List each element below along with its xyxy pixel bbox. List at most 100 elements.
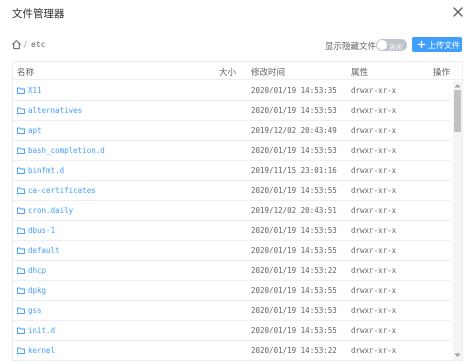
file-attributes: drwxr-xr-x [351,326,397,335]
scrollbar-thumb[interactable] [454,90,461,132]
file-name-link[interactable]: binfmt.d [17,166,64,175]
file-name-link[interactable]: apt [17,126,42,135]
file-name-link[interactable]: dpkg [17,286,46,295]
modified-time: 2020/01/19 14:53:35 [251,86,337,95]
vertical-scrollbar[interactable] [453,81,462,360]
file-name-link[interactable]: bash_completion.d [17,146,105,155]
toggle-knob [377,40,387,50]
breadcrumb-current[interactable]: etc [31,40,45,49]
file-name-link[interactable]: kernel [17,346,55,355]
file-attributes: drwxr-xr-x [351,346,397,355]
scroll-up-arrow-icon[interactable] [454,83,461,88]
folder-icon [17,227,25,234]
file-attributes: drwxr-xr-x [351,226,397,235]
modified-time: 2020/01/19 14:53:55 [251,186,337,195]
file-name-text: dbus-1 [28,226,56,235]
file-name-text: bash_completion.d [28,146,105,155]
modified-time: 2020/01/19 14:53:53 [251,106,337,115]
file-name-link[interactable]: cron.daily [17,206,73,215]
modified-time: 2020/01/19 14:53:55 [251,246,337,255]
column-header-size[interactable]: 大小 [219,66,236,78]
table-row[interactable]: dhcp 2020/01/19 14:53:22 drwxr-xr-x [13,261,451,281]
file-name-text: default [28,246,60,255]
file-attributes: drwxr-xr-x [351,266,397,275]
folder-icon [17,167,25,174]
column-header-modified[interactable]: 修改时间 [251,66,285,78]
modified-time: 2020/01/19 14:53:55 [251,326,337,335]
modified-time: 2020/01/19 14:53:22 [251,346,337,355]
folder-icon [17,267,25,274]
folder-icon [17,87,25,94]
table-row[interactable]: bash_completion.d 2020/01/19 14:53:53 drwx… [13,141,451,161]
file-manager-dialog: 文件管理器 / etc 显示隐藏文件: 关闭 上传文件 名称 大小 修改时间 属… [0,0,474,364]
file-name-text: kernel [28,346,56,355]
dialog-title: 文件管理器 [12,8,65,20]
file-name-link[interactable]: dhcp [17,266,46,275]
modified-time: 2019/12/02 20:43:51 [251,206,337,215]
table-header: 名称 大小 修改时间 属性 操作 [13,62,462,80]
folder-icon [17,307,25,314]
file-name-text: init.d [28,326,56,335]
column-header-name[interactable]: 名称 [17,66,34,78]
file-table: 名称 大小 修改时间 属性 操作 X11 2020/01/19 14:53:35 d… [12,61,463,361]
table-row[interactable]: kernel 2020/01/19 14:53:22 drwxr-xr-x [13,341,451,360]
table-body: X11 2020/01/19 14:53:35 drwxr-xr-x alternat… [13,81,451,360]
table-row[interactable]: dbus-1 2020/01/19 14:53:53 drwxr-xr-x [13,221,451,241]
table-row[interactable]: dpkg 2020/01/19 14:53:55 drwxr-xr-x [13,281,451,301]
table-row[interactable]: cron.daily 2019/12/02 20:43:51 drwxr-xr-x [13,201,451,221]
file-name-link[interactable]: ca-certificates [17,186,96,195]
modified-time: 2020/01/19 14:53:53 [251,226,337,235]
toggle-state-text: 关闭 [389,42,402,51]
folder-icon [17,147,25,154]
table-row[interactable]: binfmt.d 2019/11/15 23:01:16 drwxr-xr-x [13,161,451,181]
folder-icon [17,127,25,134]
table-row[interactable]: X11 2020/01/19 14:53:35 drwxr-xr-x [13,81,451,101]
file-name-text: alternatives [28,106,83,115]
file-attributes: drwxr-xr-x [351,186,397,195]
close-icon[interactable] [451,5,465,19]
file-name-link[interactable]: gss [17,306,42,315]
upload-file-label: 上传文件 [428,40,460,50]
folder-icon [17,327,25,334]
folder-icon [17,107,25,114]
folder-icon [17,347,25,354]
scroll-down-arrow-icon[interactable] [454,353,461,358]
file-attributes: drwxr-xr-x [351,126,397,135]
table-row[interactable]: apt 2019/12/02 20:43:49 drwxr-xr-x [13,121,451,141]
modified-time: 2019/11/15 23:01:16 [251,166,337,175]
file-attributes: drwxr-xr-x [351,306,397,315]
file-name-text: dhcp [28,266,47,275]
file-attributes: drwxr-xr-x [351,246,397,255]
column-header-attributes[interactable]: 属性 [351,66,368,78]
modified-time: 2020/01/19 14:53:53 [251,146,337,155]
folder-icon [17,287,25,294]
table-row[interactable]: init.d 2020/01/19 14:53:55 drwxr-xr-x [13,321,451,341]
file-name-link[interactable]: dbus-1 [17,226,55,235]
upload-file-button[interactable]: 上传文件 [412,37,462,52]
file-name-text: apt [28,126,42,135]
home-icon[interactable] [11,39,22,50]
show-hidden-toggle[interactable]: 关闭 [376,39,407,51]
file-name-link[interactable]: init.d [17,326,55,335]
file-name-text: binfmt.d [28,166,65,175]
table-row[interactable]: alternatives 2020/01/19 14:53:53 drwxr-xr-… [13,101,451,121]
file-name-link[interactable]: X11 [17,86,42,95]
table-row[interactable]: gss 2020/01/19 14:53:53 drwxr-xr-x [13,301,451,321]
file-name-link[interactable]: alternatives [17,106,82,115]
folder-icon [17,187,25,194]
modified-time: 2020/01/19 14:53:53 [251,306,337,315]
file-attributes: drwxr-xr-x [351,86,397,95]
file-name-text: dpkg [28,286,47,295]
file-attributes: drwxr-xr-x [351,206,397,215]
file-name-text: ca-certificates [28,186,96,195]
column-header-actions: 操作 [433,68,451,78]
modified-time: 2020/01/19 14:53:55 [251,286,337,295]
dialog-header: 文件管理器 [0,0,474,24]
file-attributes: drwxr-xr-x [351,146,397,155]
table-row[interactable]: ca-certificates 2020/01/19 14:53:55 drwxr-… [13,181,451,201]
file-name-text: cron.daily [28,206,74,215]
file-name-link[interactable]: default [17,246,60,255]
modified-time: 2019/12/02 20:43:49 [251,126,337,135]
table-row[interactable]: default 2020/01/19 14:53:55 drwxr-xr-x [13,241,451,261]
breadcrumb-separator: / [24,40,27,49]
